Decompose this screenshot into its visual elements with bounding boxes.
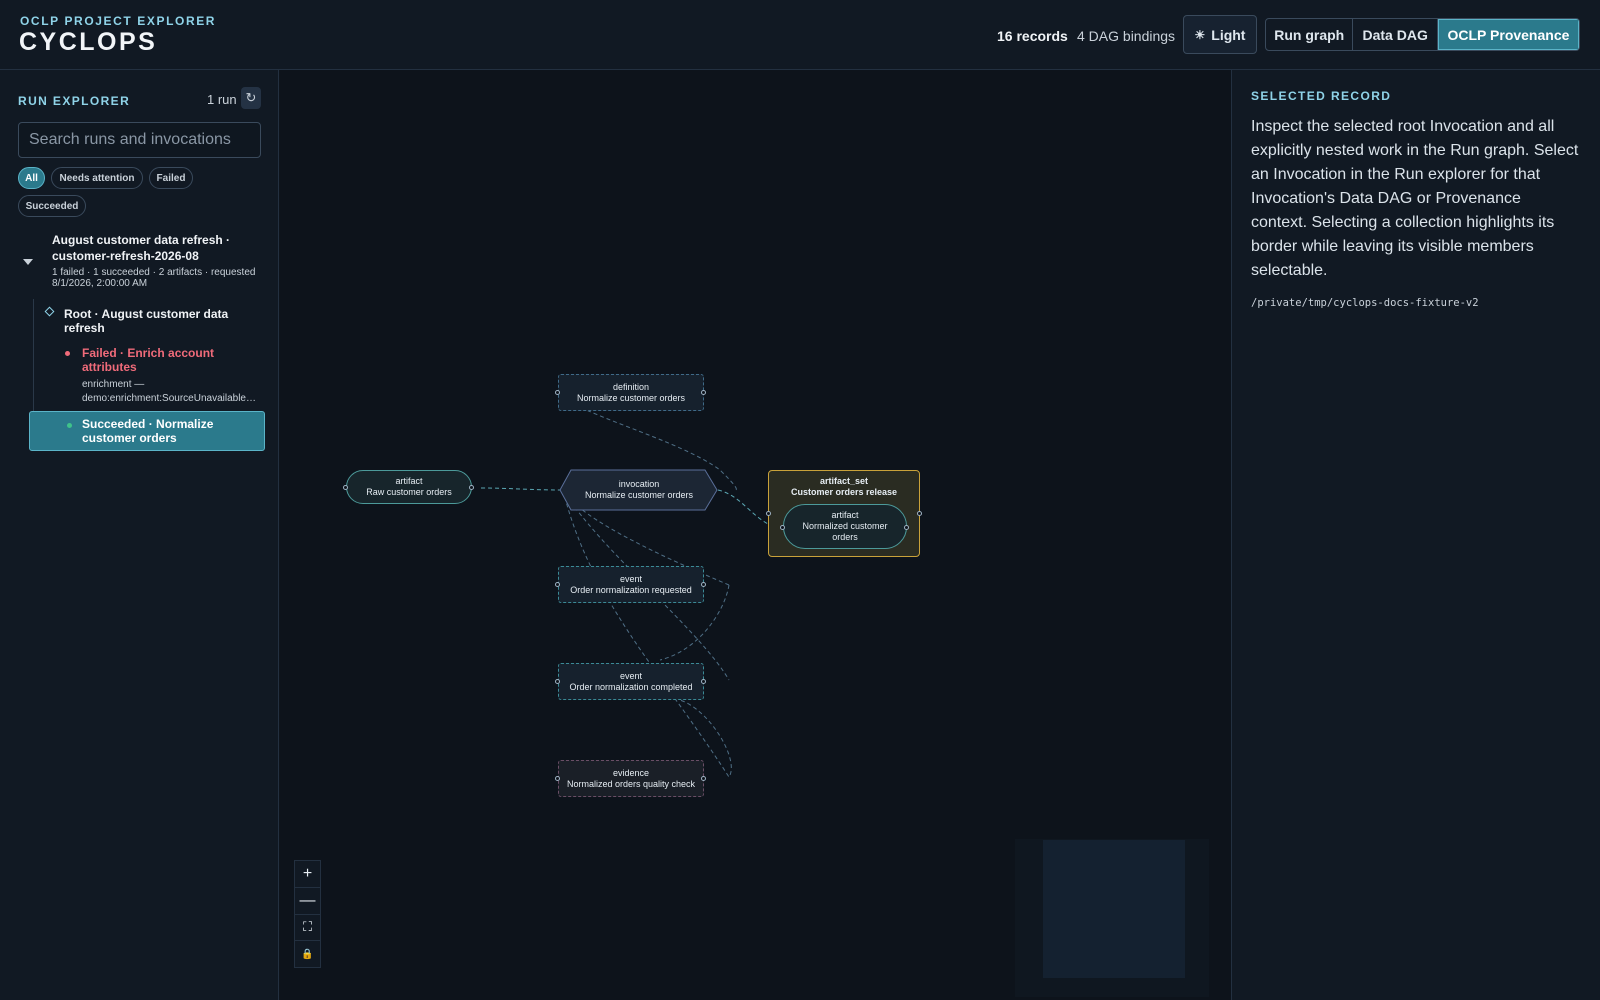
zoom-out-button[interactable]: — [295,888,320,915]
evidence-node-label: Normalized orders quality check [566,778,696,789]
run-title[interactable]: August customer data refresh · customer-… [52,232,267,264]
succeeded-status-dot [67,423,72,428]
sun-icon: ☀ [1194,27,1206,42]
fit-view-icon: ⛶ [302,919,313,935]
minimap-viewport[interactable] [1043,840,1185,978]
artifact-set-label: Customer orders release [790,487,898,497]
graph-canvas[interactable]: definition Normalize customer orders art… [280,70,1231,1000]
refresh-button[interactable]: ↻ [241,87,261,109]
filter-all[interactable]: All [18,167,45,189]
invocation-node[interactable]: invocation Normalize customer orders [571,472,707,508]
failed-status-dot [65,351,70,356]
panel-title: SELECTED RECORD [1251,89,1392,103]
port-handle[interactable] [780,525,785,530]
refresh-icon: ↻ [245,90,257,105]
plus-icon: + [302,864,313,882]
failed-invocation-meta: enrichment — demo:enrichment:SourceUnava… [82,378,260,406]
artifact-set-kind: artifact_set [819,476,869,486]
edge-invocation-to-set [717,489,771,526]
port-handle[interactable] [343,485,348,490]
lock-button[interactable]: 🔒 [295,941,320,967]
run-explorer-title: RUN EXPLORER [18,94,131,108]
failed-meta-line2: demo:enrichment:SourceUnavailable… [82,393,256,404]
raw-artifact-node[interactable]: artifact Raw customer orders [346,470,472,504]
event-requested-node[interactable]: event Order normalization requested [558,566,704,603]
succeeded-invocation-item[interactable]: Succeeded · Normalize customer orders [29,411,265,451]
definition-node-label: Normalize customer orders [576,392,686,403]
run-count: 1 run [207,92,237,107]
invocation-node-kind: invocation [618,479,660,489]
dag-bindings-count: 4 DAG bindings [1077,28,1176,44]
evidence-node[interactable]: evidence Normalized orders quality check [558,760,704,797]
view-switcher: Run graph Data DAG OCLP Provenance [1265,18,1580,51]
port-handle[interactable] [555,679,560,684]
port-handle[interactable] [701,679,706,684]
edge-event-to-evidence [562,489,732,778]
root-invocation-item[interactable]: Root · August customer data refresh [64,307,264,335]
app-title: CYCLOPS [19,28,158,56]
graph-zoom-controls: + — ⛶ 🔒 [294,860,321,968]
definition-node-kind: definition [612,381,650,392]
graph-minimap[interactable] [1015,839,1209,997]
port-handle[interactable] [555,390,560,395]
selected-record-panel: SELECTED RECORD Inspect the selected roo… [1231,70,1600,1000]
port-handle[interactable] [701,776,706,781]
tab-data-dag[interactable]: Data DAG [1353,19,1438,50]
app-eyebrow: OCLP PROJECT EXPLORER [20,14,217,28]
theme-toggle-button[interactable]: ☀ Light [1183,15,1257,54]
port-handle[interactable] [904,525,909,530]
app-header: OCLP PROJECT EXPLORER CYCLOPS 16 records… [0,0,1600,70]
filter-needs-attention[interactable]: Needs attention [51,167,143,189]
port-handle[interactable] [701,582,706,587]
fixture-path: /private/tmp/cyclops-docs-fixture-v2 [1251,297,1479,309]
panel-description: Inspect the selected root Invocation and… [1251,118,1579,279]
filter-failed[interactable]: Failed [149,167,193,189]
port-handle[interactable] [766,511,771,516]
event-completed-label: Order normalization completed [569,681,693,692]
minus-icon: — [299,891,316,909]
port-handle[interactable] [555,582,560,587]
lock-icon: 🔒 [301,948,314,960]
event-requested-kind: event [619,573,643,584]
diamond-icon [44,306,55,317]
run-explorer-sidebar: RUN EXPLORER 1 run ↻ All Needs attention… [0,70,279,1000]
failed-meta-line1: enrichment — [82,379,145,390]
evidence-node-kind: evidence [612,767,650,778]
normalized-artifact-kind: artifact [831,510,859,520]
event-requested-label: Order normalization requested [570,584,692,595]
raw-artifact-label: Raw customer orders [366,487,452,497]
tab-oclp-provenance[interactable]: OCLP Provenance [1437,19,1579,50]
fit-view-button[interactable]: ⛶ [295,915,320,942]
normalized-artifact-node[interactable]: artifact Normalized customer orders [783,504,907,549]
chevron-down-icon[interactable] [23,259,33,265]
port-handle[interactable] [701,390,706,395]
theme-toggle-label: Light [1211,26,1246,43]
definition-node[interactable]: definition Normalize customer orders [558,374,704,411]
tab-run-graph[interactable]: Run graph [1266,19,1354,50]
event-completed-node[interactable]: event Order normalization completed [558,663,704,700]
port-handle[interactable] [555,776,560,781]
zoom-in-button[interactable]: + [295,861,320,888]
records-count: 16 records [997,28,1068,44]
invocation-node-label: Normalize customer orders [584,490,694,500]
port-handle[interactable] [469,485,474,490]
event-completed-kind: event [619,670,643,681]
succeeded-invocation-label: Succeeded · Normalize customer orders [82,417,214,445]
search-input[interactable] [18,122,261,158]
run-meta: 1 failed · 1 succeeded · 2 artifacts · r… [52,267,256,289]
edge-raw-to-invocation [480,487,564,491]
normalized-artifact-label: Normalized customer orders [802,521,888,542]
port-handle[interactable] [917,511,922,516]
filter-succeeded[interactable]: Succeeded [18,195,86,217]
raw-artifact-kind: artifact [395,476,423,486]
failed-invocation-item[interactable]: Failed · Enrich account attributes [82,346,262,374]
